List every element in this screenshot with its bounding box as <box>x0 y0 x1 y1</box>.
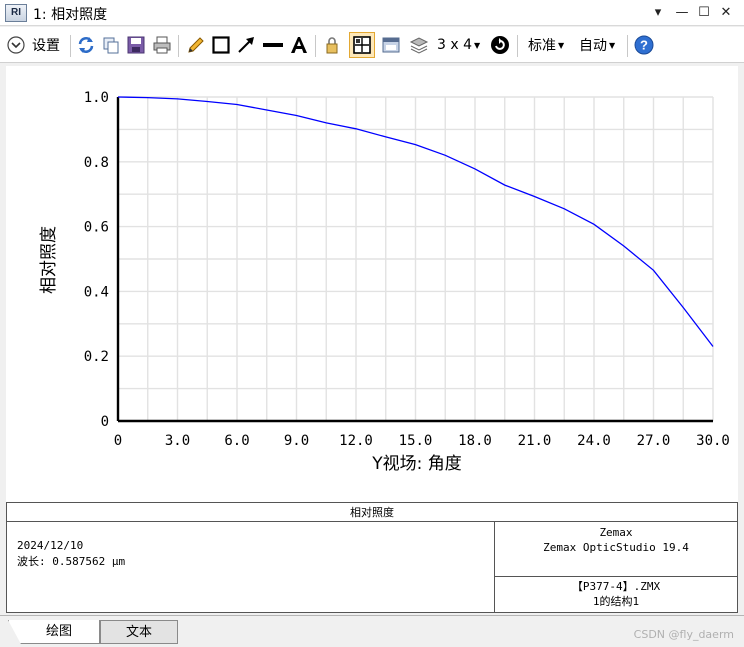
settings-label: 设置 <box>32 38 60 54</box>
chevron-down-icon <box>7 36 25 54</box>
window-menu-button[interactable]: ▾ <box>648 3 668 23</box>
plot-area: 0 3.0 6.0 9.0 12.0 15.0 18.0 21.0 24.0 27.0 30.0 0… <box>6 66 738 502</box>
info-divider <box>494 576 737 577</box>
rotate-button[interactable] <box>489 33 511 57</box>
line-button[interactable] <box>261 33 285 57</box>
refresh-icon <box>78 37 94 53</box>
close-button[interactable]: ✕ <box>716 3 736 23</box>
analysis-window: RI 1: 相对照度 ▾ — ☐ ✕ 设置 3 x 4 ▼ 标准 ▼ 自动 ▼ … <box>0 0 744 647</box>
rotate-icon <box>491 36 509 54</box>
x-tick-label: 18.0 <box>458 433 492 449</box>
x-tick-label: 9.0 <box>284 433 309 449</box>
y-tick-label: 0.6 <box>84 220 109 236</box>
y-tick-label: 0.4 <box>84 284 109 300</box>
text-icon <box>291 37 307 53</box>
line-icon <box>263 43 283 47</box>
pencil-button[interactable] <box>185 33 207 57</box>
watermark: CSDN @fly_daerm <box>633 628 734 641</box>
settings-button[interactable]: 设置 <box>6 33 60 57</box>
auto-dropdown[interactable]: 自动 ▼ <box>579 33 615 57</box>
y-tick-label: 0.8 <box>84 155 109 171</box>
caret-down-icon: ▼ <box>558 40 565 50</box>
x-tick-label: 6.0 <box>224 433 249 449</box>
x-tick-label: 3.0 <box>165 433 190 449</box>
y-tick-label: 0.2 <box>84 349 109 365</box>
toolbar-separator <box>627 35 628 57</box>
y-axis-label: 相对照度 <box>39 226 59 294</box>
layout-dropdown[interactable]: 3 x 4 ▼ <box>437 33 480 57</box>
layers-icon <box>409 37 429 54</box>
x-tick-label: 27.0 <box>637 433 671 449</box>
copy-button[interactable] <box>100 33 122 57</box>
auto-label: 自动 <box>579 38 607 54</box>
x-tick-label: 15.0 <box>399 433 433 449</box>
title-bar: RI 1: 相对照度 ▾ — ☐ ✕ <box>0 0 744 26</box>
bottom-tab-bar: 绘图 文本 CSDN @fly_daerm <box>0 615 744 647</box>
info-wavelength: 波长: 0.587562 µm <box>17 555 126 568</box>
y-tick-label: 1.0 <box>84 90 109 106</box>
x-tick-labels: 0 3.0 6.0 9.0 12.0 15.0 18.0 21.0 24.0 27.0 30.0 <box>114 433 730 449</box>
standard-dropdown[interactable]: 标准 ▼ <box>528 33 564 57</box>
svg-text:?: ? <box>640 38 648 53</box>
info-software-name: Zemax <box>599 526 633 539</box>
text-button[interactable] <box>288 33 310 57</box>
caret-down-icon: ▼ <box>609 40 616 50</box>
caret-down-icon: ▼ <box>474 40 481 50</box>
rectangle-icon <box>212 36 230 54</box>
pencil-icon <box>188 37 204 53</box>
minimize-button[interactable]: — <box>672 3 692 23</box>
info-header: 相对照度 <box>7 503 737 522</box>
toolbar-separator <box>517 35 518 57</box>
info-software-version: Zemax OpticStudio 19.4 <box>543 541 689 554</box>
layers-button[interactable] <box>408 33 430 57</box>
toolbar-separator <box>315 35 316 57</box>
refresh-button[interactable] <box>75 33 97 57</box>
y-tick-label: 0 <box>101 414 109 430</box>
x-tick-label: 12.0 <box>339 433 373 449</box>
x-axis-label: Y视场: 角度 <box>371 454 462 474</box>
rectangle-button[interactable] <box>210 33 232 57</box>
toolbar-separator <box>178 35 179 57</box>
tab-text[interactable]: 文本 <box>100 620 178 644</box>
info-file-name: 【P377-4】.ZMX <box>571 580 661 593</box>
arrow-button[interactable] <box>235 33 257 57</box>
maximize-button[interactable]: ☐ <box>694 3 714 23</box>
toolbar: 设置 3 x 4 ▼ 标准 ▼ 自动 ▼ ? <box>0 27 744 63</box>
info-file-block: 【P377-4】.ZMX 1的结构1 <box>495 579 737 609</box>
arrow-icon <box>238 37 254 53</box>
lock-icon <box>326 37 338 54</box>
app-logo-icon: RI <box>5 4 27 22</box>
x-tick-label: 0 <box>114 433 122 449</box>
help-icon: ? <box>634 35 654 55</box>
info-panel: 相对照度 2024/12/10 波长: 0.587562 µm Zemax Ze… <box>6 502 738 613</box>
x-tick-label: 24.0 <box>577 433 611 449</box>
tab-graph[interactable]: 绘图 <box>8 620 100 644</box>
print-button[interactable] <box>151 33 173 57</box>
window-title: 1: 相对照度 <box>33 7 108 23</box>
info-left-block: 2024/12/10 波长: 0.587562 µm <box>17 538 125 570</box>
window-button[interactable] <box>380 33 402 57</box>
save-button[interactable] <box>125 33 147 57</box>
lock-button[interactable] <box>321 33 343 57</box>
standard-label: 标准 <box>528 38 556 54</box>
y-tick-labels: 0 0.2 0.4 0.6 0.8 1.0 <box>84 90 109 430</box>
x-tick-label: 21.0 <box>518 433 552 449</box>
info-software-block: Zemax Zemax OpticStudio 19.4 <box>495 525 737 555</box>
grid-icon <box>353 36 371 54</box>
info-configuration: 1的结构1 <box>592 595 640 608</box>
toolbar-separator <box>70 35 71 57</box>
x-tick-label: 30.0 <box>696 433 730 449</box>
help-button[interactable]: ? <box>633 33 655 57</box>
info-date: 2024/12/10 <box>17 539 84 552</box>
copy-icon <box>103 37 119 54</box>
window-icon <box>382 37 400 53</box>
relative-illumination-chart: 0 3.0 6.0 9.0 12.0 15.0 18.0 21.0 24.0 27.0 30.0 0… <box>39 90 730 474</box>
layout-label: 3 x 4 <box>437 37 472 53</box>
grid-toggle-button[interactable] <box>349 32 375 58</box>
save-icon <box>127 36 145 54</box>
print-icon <box>153 36 171 54</box>
